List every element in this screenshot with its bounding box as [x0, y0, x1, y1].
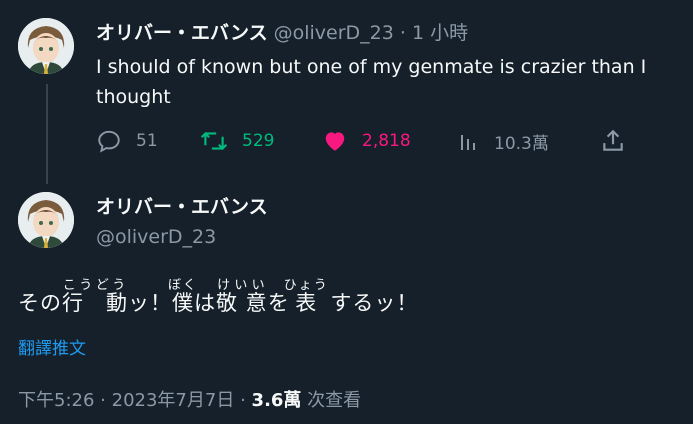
- view-label: 次查看: [307, 390, 362, 411]
- retweet-count: 529: [242, 131, 275, 151]
- ruby-word: 行 動こうどう: [62, 278, 128, 315]
- ruby-base: 行 動: [62, 291, 128, 315]
- share-icon: [603, 129, 623, 151]
- post-time[interactable]: 下午5:26: [18, 390, 94, 411]
- tweet-actions: 51 529 2,818 10.3萬: [96, 128, 636, 158]
- furigana: けいい: [216, 278, 268, 293]
- thread-connector-line: [46, 84, 48, 184]
- display-name[interactable]: オリバー・エバンス: [96, 194, 268, 220]
- separator: ·: [100, 390, 106, 411]
- avatar[interactable]: [18, 192, 74, 248]
- post-date[interactable]: 2023年7月7日: [112, 390, 235, 411]
- ruby-base: 敬 意: [216, 291, 268, 315]
- timestamp[interactable]: 1 小時: [412, 22, 468, 44]
- like-heart-icon: [325, 132, 345, 151]
- furigana: ぼく: [168, 278, 199, 293]
- share-button[interactable]: [600, 128, 626, 154]
- like-count: 2,818: [362, 131, 411, 151]
- separator: ·: [240, 390, 246, 411]
- text-segment: は: [194, 291, 216, 315]
- separator: ·: [399, 22, 406, 44]
- reply-icon: [98, 130, 120, 153]
- reply-button[interactable]: 51: [96, 128, 158, 154]
- handle[interactable]: @oliverD_23: [96, 224, 216, 250]
- views-button[interactable]: 10.3萬: [458, 128, 549, 154]
- views-count: 10.3萬: [494, 133, 549, 154]
- furigana: ひょう: [283, 278, 329, 293]
- tweet-text: I should of known but one of my genmate …: [96, 56, 647, 108]
- ruby-word: 敬 意けいい: [216, 278, 268, 315]
- furigana: こうどう: [62, 278, 128, 293]
- avatar[interactable]: [18, 18, 74, 74]
- retweet-button[interactable]: 529: [200, 128, 274, 154]
- tweet-text: その行 動こうどうッ！僕ぼくは敬 意けいいを表ひょう するッ！: [18, 278, 678, 316]
- tweet-header: オリバー・エバンス @oliverD_23 · 1 小時: [96, 20, 468, 46]
- tweet-meta: 下午5:26 · 2023年7月7日 · 3.6萬 次查看: [18, 386, 361, 412]
- views-chart-icon: [461, 135, 475, 150]
- translate-tweet-link[interactable]: 翻譯推文: [18, 334, 86, 359]
- like-button[interactable]: 2,818: [322, 128, 411, 154]
- retweet-icon: [200, 131, 228, 151]
- view-count: 3.6萬: [251, 390, 302, 411]
- text-segment: その: [18, 291, 62, 315]
- ruby-word: 僕ぼく: [168, 278, 197, 315]
- handle[interactable]: @oliverD_23: [274, 22, 394, 44]
- ruby-word: 表ひょう: [284, 278, 328, 315]
- display-name[interactable]: オリバー・エバンス: [96, 22, 268, 44]
- text-segment: ッ！: [128, 291, 172, 315]
- text-segment: するッ！: [322, 291, 419, 315]
- reply-count: 51: [136, 131, 158, 151]
